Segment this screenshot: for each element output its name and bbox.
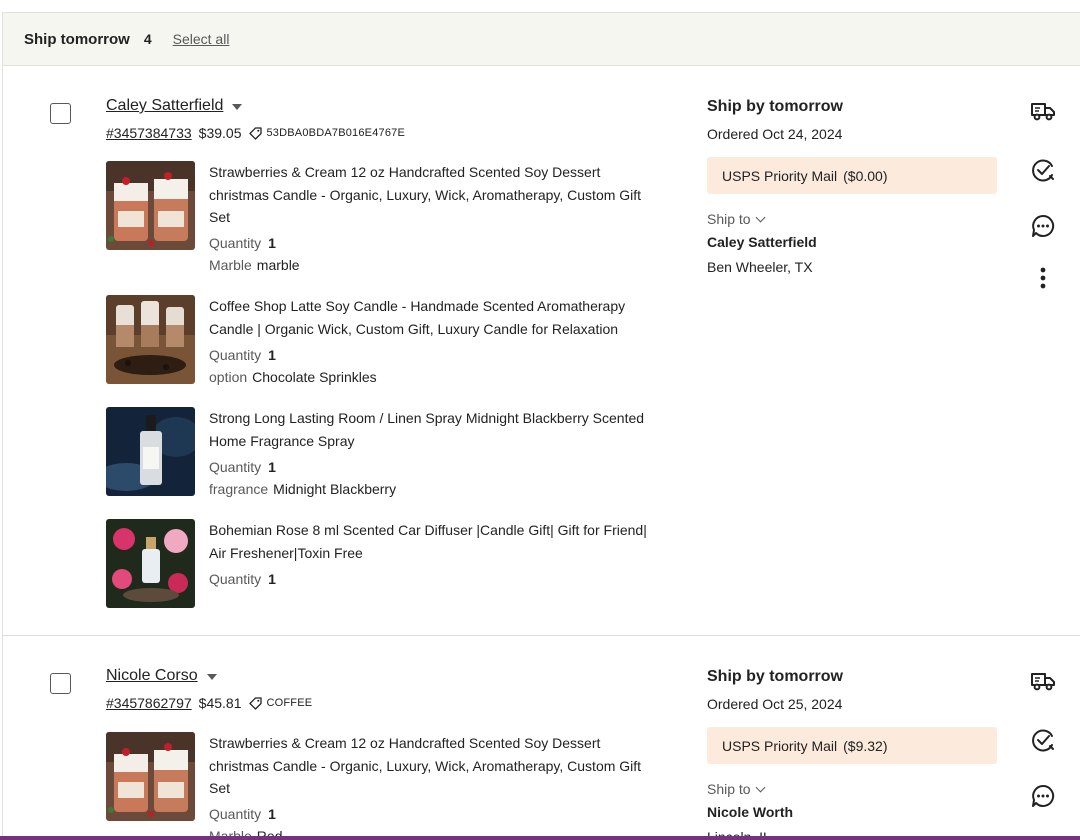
buyer-name[interactable]: Caley Satterfield: [106, 97, 223, 115]
chevron-down-icon: [755, 212, 766, 222]
quantity-label: Quantity: [209, 806, 262, 822]
order-total: $45.81: [198, 695, 242, 711]
ship-by-date: Ship by tomorrow: [707, 668, 843, 685]
order-select-checkbox[interactable]: [50, 103, 71, 124]
recipient-name: Caley Satterfield: [707, 234, 817, 250]
item-title[interactable]: Coffee Shop Latte Soy Candle - Handmade …: [209, 295, 664, 340]
bottom-accent-bar: [0, 836, 1080, 840]
more-vertical-icon[interactable]: [1028, 263, 1058, 293]
item-quantity: Quantity 1: [209, 235, 276, 251]
order-card: Nicole Corso #3457862797 $45.81 COFFEE S…: [3, 636, 1080, 840]
shipping-info: Ship by tomorrow Ordered Oct 25, 2024 US…: [707, 668, 999, 840]
buyer-row: Nicole Corso: [106, 667, 217, 685]
variation-value: marble: [256, 257, 300, 273]
ship-tomorrow-header: Ship tomorrow 4 Select all: [2, 12, 1080, 66]
item-quantity: Quantity 1: [209, 347, 276, 363]
order-select-checkbox[interactable]: [50, 673, 71, 694]
shipping-method: USPS Priority Mail: [722, 737, 838, 754]
recipient-address: Ben Wheeler, TX: [707, 259, 813, 275]
ship-by-date: Ship by tomorrow: [707, 98, 843, 115]
order-item: Strawberries & Cream 12 oz Handcrafted S…: [106, 161, 666, 281]
delivery-truck-icon[interactable]: [1028, 666, 1058, 696]
order-meta: #3457384733 $39.05 53DBA0BDA7B016E4767E: [106, 125, 405, 141]
shipping-price: ($9.32): [843, 737, 888, 754]
shipping-method-pill: USPS Priority Mail ($9.32): [707, 727, 997, 764]
chevron-down-icon[interactable]: [232, 104, 243, 110]
item-title[interactable]: Strawberries & Cream 12 oz Handcrafted S…: [209, 732, 664, 800]
message-bubble-icon[interactable]: [1028, 781, 1058, 811]
order-item: Strawberries & Cream 12 oz Handcrafted S…: [106, 732, 666, 840]
check-circle-icon[interactable]: [1028, 725, 1058, 755]
quantity-value: 1: [268, 235, 276, 251]
shipping-info: Ship by tomorrow Ordered Oct 24, 2024 US…: [707, 98, 999, 275]
recipient-name: Nicole Worth: [707, 804, 794, 820]
variation-label: Marble: [209, 257, 252, 273]
variation-value: Chocolate Sprinkles: [252, 369, 377, 385]
ship-to-toggle[interactable]: Ship to: [707, 781, 999, 797]
quantity-label: Quantity: [209, 347, 262, 363]
item-thumbnail[interactable]: [106, 295, 195, 384]
item-thumbnail[interactable]: [106, 161, 195, 250]
coupon-code: 53DBA0BDA7B016E4767E: [266, 127, 406, 139]
buyer-name[interactable]: Nicole Corso: [106, 667, 198, 685]
orders-list: Caley Satterfield #3457384733 $39.05 53D…: [2, 66, 1080, 840]
tag-icon: [249, 126, 263, 140]
ship-to-toggle[interactable]: Ship to: [707, 211, 999, 227]
variation-label: option: [209, 369, 248, 385]
order-item: Strong Long Lasting Room / Linen Spray M…: [106, 407, 666, 507]
item-title[interactable]: Strong Long Lasting Room / Linen Spray M…: [209, 407, 664, 452]
buyer-row: Caley Satterfield: [106, 97, 243, 115]
item-title[interactable]: Bohemian Rose 8 ml Scented Car Diffuser …: [209, 519, 664, 564]
ordered-date: Ordered Oct 24, 2024: [707, 126, 843, 142]
chevron-down-icon: [755, 782, 766, 792]
check-circle-icon[interactable]: [1028, 155, 1058, 185]
variation-value: Midnight Blackberry: [273, 481, 397, 497]
message-bubble-icon[interactable]: [1028, 211, 1058, 241]
item-quantity: Quantity 1: [209, 459, 276, 475]
section-title: Ship tomorrow: [24, 30, 130, 48]
top-strip: [0, 0, 1080, 12]
chevron-down-icon[interactable]: [206, 674, 217, 680]
item-thumbnail[interactable]: [106, 519, 195, 608]
item-thumbnail[interactable]: [106, 407, 195, 496]
order-number-link[interactable]: #3457384733: [106, 125, 192, 141]
quantity-label: Quantity: [209, 235, 262, 251]
quantity-value: 1: [268, 806, 276, 822]
item-thumbnail[interactable]: [106, 732, 195, 821]
order-card: Caley Satterfield #3457384733 $39.05 53D…: [3, 66, 1080, 636]
quantity-label: Quantity: [209, 571, 262, 587]
order-total: $39.05: [198, 125, 242, 141]
shipping-method-pill: USPS Priority Mail ($0.00): [707, 157, 997, 194]
quantity-value: 1: [268, 347, 276, 363]
item-title[interactable]: Strawberries & Cream 12 oz Handcrafted S…: [209, 161, 664, 229]
delivery-truck-icon[interactable]: [1028, 96, 1058, 126]
ordered-date: Ordered Oct 25, 2024: [707, 696, 843, 712]
ship-to-label: Ship to: [707, 211, 751, 227]
select-all-link[interactable]: Select all: [173, 31, 230, 47]
tag-icon: [249, 696, 263, 710]
order-item: Bohemian Rose 8 ml Scented Car Diffuser …: [106, 519, 666, 611]
order-item: Coffee Shop Latte Soy Candle - Handmade …: [106, 295, 666, 395]
item-quantity: Quantity 1: [209, 571, 276, 587]
coupon-code: COFFEE: [266, 697, 313, 709]
section-count: 4: [143, 31, 152, 47]
item-variation: Marble marble: [209, 257, 300, 273]
variation-label: fragrance: [209, 481, 269, 497]
item-variation: option Chocolate Sprinkles: [209, 369, 377, 385]
quantity-label: Quantity: [209, 459, 262, 475]
item-variation: fragrance Midnight Blackberry: [209, 481, 396, 497]
shipping-price: ($0.00): [843, 167, 888, 184]
quantity-value: 1: [268, 459, 276, 475]
order-number-link[interactable]: #3457862797: [106, 695, 192, 711]
order-meta: #3457862797 $45.81 COFFEE: [106, 695, 312, 711]
quantity-value: 1: [268, 571, 276, 587]
shipping-method: USPS Priority Mail: [722, 167, 838, 184]
ship-to-label: Ship to: [707, 781, 751, 797]
item-quantity: Quantity 1: [209, 806, 276, 822]
